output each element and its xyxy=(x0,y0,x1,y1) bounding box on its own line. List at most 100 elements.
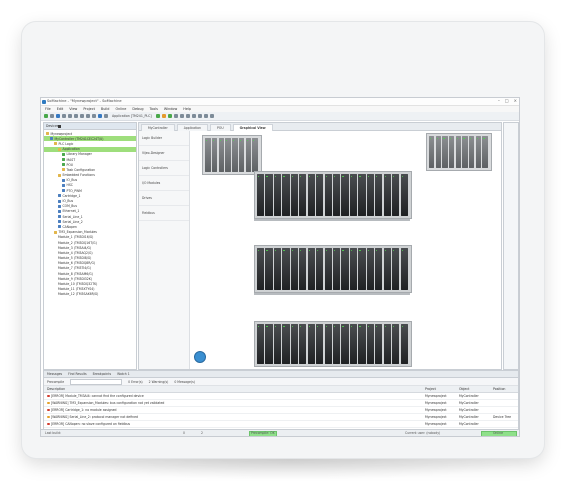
device-rack[interactable] xyxy=(254,321,412,367)
io-module[interactable] xyxy=(462,136,468,168)
message-row[interactable]: [ERROR] Module_TM3AI4: cannot find the c… xyxy=(44,393,518,400)
column-description[interactable]: Description xyxy=(44,386,425,392)
print-icon[interactable] xyxy=(62,114,66,118)
column-project[interactable]: Project xyxy=(425,386,459,392)
io-module[interactable] xyxy=(469,136,475,168)
bottom-tab[interactable]: Breakpoints xyxy=(93,371,111,377)
io-module[interactable] xyxy=(225,138,231,172)
io-module[interactable] xyxy=(333,324,341,364)
io-module[interactable] xyxy=(333,174,341,216)
catalog-item[interactable]: Drives xyxy=(139,191,189,206)
io-module[interactable] xyxy=(299,248,307,290)
warnings-filter[interactable]: 2 Warning(s) xyxy=(149,380,169,384)
io-module[interactable] xyxy=(290,248,298,290)
cut-icon[interactable] xyxy=(80,114,84,118)
tab-application[interactable]: Application xyxy=(176,124,209,131)
io-module[interactable] xyxy=(358,248,366,290)
io-module[interactable] xyxy=(273,324,282,364)
maximize-icon[interactable]: □ xyxy=(505,98,509,105)
watch-icon[interactable] xyxy=(209,114,214,118)
io-module[interactable] xyxy=(257,324,265,364)
io-module[interactable] xyxy=(341,324,349,364)
device-rack[interactable] xyxy=(202,135,262,175)
io-module[interactable] xyxy=(238,138,245,172)
io-module[interactable] xyxy=(307,324,315,364)
io-module[interactable] xyxy=(307,248,315,290)
io-module[interactable] xyxy=(341,248,349,290)
io-module[interactable] xyxy=(324,174,332,216)
application-selector[interactable]: Application [TM241_PLC] xyxy=(110,114,154,118)
find-icon[interactable] xyxy=(98,114,102,118)
column-position[interactable]: Position xyxy=(493,386,518,392)
io-module[interactable] xyxy=(375,174,383,216)
io-module[interactable] xyxy=(282,324,290,364)
io-module[interactable] xyxy=(455,136,462,168)
tree-item[interactable]: Module_12 (TM3SAK6R/G) xyxy=(44,125,136,297)
new-icon[interactable] xyxy=(44,114,48,118)
io-module[interactable] xyxy=(273,174,282,216)
io-module[interactable] xyxy=(265,248,273,290)
io-module[interactable] xyxy=(273,248,282,290)
io-module[interactable] xyxy=(290,324,298,364)
bottom-tab[interactable]: Watch 1 xyxy=(117,371,130,377)
minimize-icon[interactable]: – xyxy=(498,98,500,105)
catalog-item[interactable]: Logic Builder xyxy=(139,131,189,146)
tab-mycontroller[interactable]: MyController xyxy=(141,124,175,131)
open-icon[interactable] xyxy=(50,114,54,118)
stop-icon[interactable] xyxy=(173,114,178,118)
io-module[interactable] xyxy=(299,324,307,364)
save-icon[interactable] xyxy=(56,114,60,118)
login-icon[interactable] xyxy=(155,114,160,118)
io-module[interactable] xyxy=(349,324,358,364)
device-rack[interactable] xyxy=(254,171,412,219)
io-module[interactable] xyxy=(316,324,324,364)
errors-filter[interactable]: 0 Error(s) xyxy=(128,380,143,384)
step-over-icon[interactable] xyxy=(185,114,190,118)
catalog-item[interactable]: Fieldbus xyxy=(139,206,189,221)
run-icon[interactable] xyxy=(167,114,172,118)
bottom-tab[interactable]: Messages xyxy=(47,371,62,377)
io-module[interactable] xyxy=(341,174,349,216)
catalog-item[interactable]: Vijeo-Designer xyxy=(139,146,189,161)
bottom-tab[interactable]: Find Results xyxy=(68,371,87,377)
io-module[interactable] xyxy=(299,174,307,216)
io-module[interactable] xyxy=(358,174,366,216)
io-module[interactable] xyxy=(392,174,400,216)
io-module[interactable] xyxy=(400,174,408,216)
close-icon[interactable]: × xyxy=(514,98,517,105)
message-row[interactable]: [WARNING] Serial_Line_2: protocol manage… xyxy=(44,414,518,421)
paste-icon[interactable] xyxy=(92,114,96,118)
column-object[interactable]: Object xyxy=(459,386,493,392)
io-module[interactable] xyxy=(252,138,258,172)
io-module[interactable] xyxy=(211,138,218,172)
io-module[interactable] xyxy=(449,136,455,168)
redo-icon[interactable] xyxy=(74,114,78,118)
io-module[interactable] xyxy=(349,174,358,216)
io-module[interactable] xyxy=(392,324,400,364)
io-module[interactable] xyxy=(257,248,265,290)
io-module[interactable] xyxy=(324,248,332,290)
io-module[interactable] xyxy=(290,174,298,216)
catalog-item[interactable]: I/O Modules xyxy=(139,176,189,191)
logout-icon[interactable] xyxy=(161,114,166,118)
side-panel-collapsed[interactable] xyxy=(503,122,519,370)
io-module[interactable] xyxy=(265,324,273,364)
step-out-icon[interactable] xyxy=(197,114,202,118)
io-module[interactable] xyxy=(218,138,225,172)
io-module[interactable] xyxy=(392,248,400,290)
reset-icon[interactable] xyxy=(179,114,184,118)
io-module[interactable] xyxy=(475,136,482,168)
copy-icon[interactable] xyxy=(86,114,90,118)
io-module[interactable] xyxy=(383,324,391,364)
io-module[interactable] xyxy=(316,248,324,290)
io-module[interactable] xyxy=(383,174,391,216)
graphical-configuration-canvas[interactable] xyxy=(190,131,501,369)
io-module[interactable] xyxy=(358,324,366,364)
message-row[interactable]: [ERROR] Cartridge_1: no module assigned M… xyxy=(44,407,518,414)
io-module[interactable] xyxy=(324,324,332,364)
breakpoint-icon[interactable] xyxy=(203,114,208,118)
tab-pou[interactable]: POU xyxy=(210,124,231,131)
io-module[interactable] xyxy=(333,248,341,290)
io-module[interactable] xyxy=(366,174,374,216)
io-module[interactable] xyxy=(349,248,358,290)
